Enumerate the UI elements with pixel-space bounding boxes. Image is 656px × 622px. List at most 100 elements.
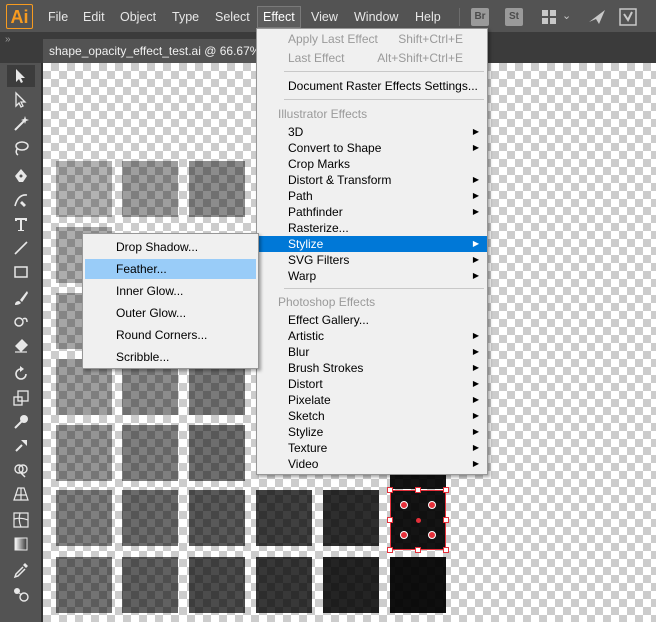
- opacity-square[interactable]: [189, 425, 245, 481]
- menu-brush-strokes[interactable]: Brush Strokes ▶: [257, 360, 487, 376]
- submenu-feather[interactable]: Feather...: [85, 259, 256, 279]
- shaper-tool-icon[interactable]: [7, 311, 35, 333]
- send-icon[interactable]: [587, 8, 607, 26]
- resize-handle[interactable]: [387, 517, 393, 523]
- eraser-icon[interactable]: [7, 335, 35, 357]
- magic-wand-icon[interactable]: [7, 113, 35, 135]
- menu-crop-marks[interactable]: Crop Marks: [257, 156, 487, 172]
- opacity-square[interactable]: [122, 490, 178, 546]
- menu-texture[interactable]: Texture ▶: [257, 440, 487, 456]
- resize-handle[interactable]: [415, 547, 421, 553]
- menu-document-raster-settings[interactable]: Document Raster Effects Settings...: [257, 78, 487, 94]
- workspace-grid-icon[interactable]: [541, 9, 557, 25]
- resize-handle[interactable]: [415, 487, 421, 493]
- corner-widget[interactable]: [428, 531, 436, 539]
- opacity-square[interactable]: [56, 161, 112, 217]
- menu-edit[interactable]: Edit: [78, 7, 110, 27]
- document-tab[interactable]: shape_opacity_effect_test.ai @ 66.67% (R…: [43, 39, 273, 63]
- submenu-outer-glow[interactable]: Outer Glow...: [85, 303, 256, 323]
- menu-pathfinder[interactable]: Pathfinder ▶: [257, 204, 487, 220]
- rectangle-tool-icon[interactable]: [7, 261, 35, 283]
- menu-artistic[interactable]: Artistic ▶: [257, 328, 487, 344]
- menu-stylize-photoshop[interactable]: Stylize ▶: [257, 424, 487, 440]
- menu-rasterize[interactable]: Rasterize...: [257, 220, 487, 236]
- submenu-drop-shadow[interactable]: Drop Shadow...: [85, 237, 256, 257]
- menu-convert-to-shape[interactable]: Convert to Shape ▶: [257, 140, 487, 156]
- menu-separator: [284, 71, 484, 72]
- opacity-square[interactable]: [256, 557, 312, 613]
- menu-svg-filters[interactable]: SVG Filters ▶: [257, 252, 487, 268]
- menu-distort-transform[interactable]: Distort & Transform ▶: [257, 172, 487, 188]
- selection-tool-icon[interactable]: [7, 65, 35, 87]
- scale-tool-icon[interactable]: [7, 387, 35, 409]
- resize-handle[interactable]: [387, 487, 393, 493]
- shape-builder-icon[interactable]: [7, 459, 35, 481]
- eyedropper-icon[interactable]: [7, 559, 35, 581]
- menu-type[interactable]: Type: [167, 7, 204, 27]
- toolbar-collapse-strip[interactable]: »: [0, 33, 43, 63]
- opacity-square[interactable]: [256, 490, 312, 546]
- puppet-warp-icon[interactable]: [7, 435, 35, 457]
- opacity-square[interactable]: [56, 425, 112, 481]
- opacity-square[interactable]: [56, 490, 112, 546]
- warp-tool-icon[interactable]: [7, 411, 35, 433]
- menu-select[interactable]: Select: [210, 7, 255, 27]
- pen-tool-icon[interactable]: [7, 165, 35, 187]
- corner-widget[interactable]: [400, 531, 408, 539]
- opacity-square[interactable]: [56, 557, 112, 613]
- resize-handle[interactable]: [443, 547, 449, 553]
- line-tool-icon[interactable]: [7, 237, 35, 259]
- resize-handle[interactable]: [387, 547, 393, 553]
- menu-stylize-illustrator[interactable]: Stylize ▶: [257, 236, 487, 252]
- menu-object[interactable]: Object: [115, 7, 161, 27]
- opacity-square[interactable]: [390, 557, 446, 613]
- opacity-square[interactable]: [323, 490, 379, 546]
- rotate-tool-icon[interactable]: [7, 363, 35, 385]
- lasso-icon[interactable]: [7, 137, 35, 159]
- menu-effect[interactable]: Effect: [257, 6, 301, 28]
- collapse-arrows-icon[interactable]: »: [5, 34, 11, 45]
- menu-view[interactable]: View: [306, 7, 343, 27]
- gpu-performance-icon[interactable]: [618, 7, 638, 27]
- menu-3d[interactable]: 3D ▶: [257, 124, 487, 140]
- menu-pixelate[interactable]: Pixelate ▶: [257, 392, 487, 408]
- curvature-tool-icon[interactable]: [7, 189, 35, 211]
- menu-video[interactable]: Video ▶: [257, 456, 487, 472]
- paintbrush-icon[interactable]: [7, 287, 35, 309]
- mesh-tool-icon[interactable]: [7, 509, 35, 531]
- opacity-square[interactable]: [122, 161, 178, 217]
- opacity-square[interactable]: [122, 425, 178, 481]
- submenu-round-corners[interactable]: Round Corners...: [85, 325, 256, 345]
- opacity-square[interactable]: [189, 557, 245, 613]
- submenu-inner-glow[interactable]: Inner Glow...: [85, 281, 256, 301]
- direct-selection-tool-icon[interactable]: [7, 89, 35, 111]
- opacity-square[interactable]: [189, 161, 245, 217]
- resize-handle[interactable]: [443, 517, 449, 523]
- menu-blur[interactable]: Blur ▶: [257, 344, 487, 360]
- corner-widget[interactable]: [400, 501, 408, 509]
- menu-file[interactable]: File: [43, 7, 73, 27]
- selection-bounding-box[interactable]: [387, 487, 449, 553]
- stock-icon[interactable]: St: [505, 8, 523, 26]
- opacity-square[interactable]: [122, 557, 178, 613]
- submenu-scribble[interactable]: Scribble...: [85, 347, 256, 367]
- menu-window[interactable]: Window: [349, 7, 403, 27]
- opacity-square[interactable]: [189, 490, 245, 546]
- gradient-tool-icon[interactable]: [7, 533, 35, 555]
- corner-widget[interactable]: [428, 501, 436, 509]
- bridge-icon[interactable]: Br: [471, 8, 489, 26]
- menu-help[interactable]: Help: [410, 7, 446, 27]
- type-tool-icon[interactable]: [7, 213, 35, 235]
- menu-sketch[interactable]: Sketch ▶: [257, 408, 487, 424]
- opacity-square[interactable]: [323, 557, 379, 613]
- perspective-grid-icon[interactable]: [7, 483, 35, 505]
- menu-apply-last-effect[interactable]: Apply Last Effect Shift+Ctrl+E: [257, 31, 487, 47]
- menu-path[interactable]: Path ▶: [257, 188, 487, 204]
- chevron-down-icon[interactable]: ⌄: [562, 9, 571, 22]
- menu-last-effect[interactable]: Last Effect Alt+Shift+Ctrl+E: [257, 50, 487, 66]
- menu-distort[interactable]: Distort ▶: [257, 376, 487, 392]
- blend-tool-icon[interactable]: [7, 583, 35, 605]
- menu-warp[interactable]: Warp ▶: [257, 268, 487, 284]
- resize-handle[interactable]: [443, 487, 449, 493]
- menu-effect-gallery[interactable]: Effect Gallery...: [257, 312, 487, 328]
